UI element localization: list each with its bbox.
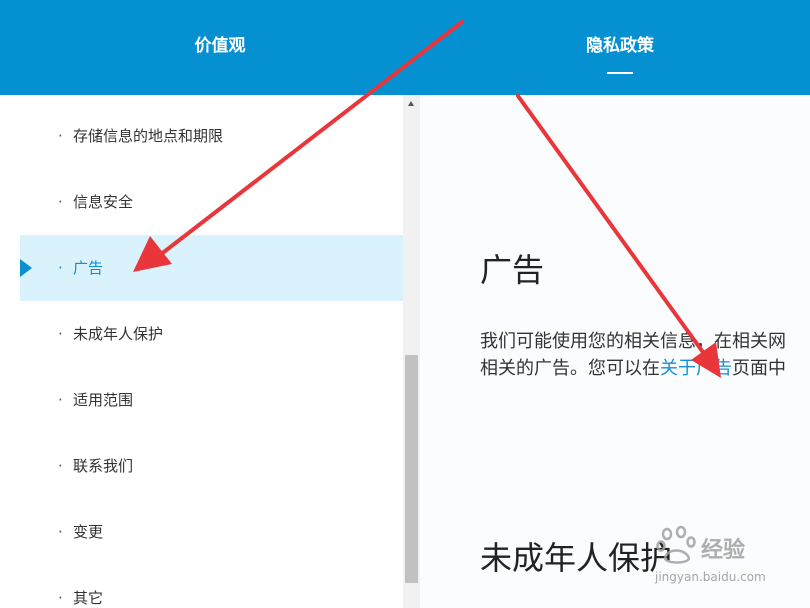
sidebar-item-label: 其它 — [73, 589, 104, 607]
bullet-icon: · — [58, 193, 63, 211]
tab-values[interactable]: 价值观 — [120, 0, 320, 95]
sidebar-item-information-security[interactable]: · 信息安全 — [20, 169, 403, 235]
paragraph-line-1: 我们可能使用您的相关信息，在相关网 — [480, 331, 786, 352]
about-ads-link[interactable]: 关于广告 — [660, 358, 732, 379]
top-navigation-bar: 价值观 隐私政策 — [0, 0, 810, 95]
bullet-icon: · — [58, 589, 63, 607]
section-title-minor-protection: 未成年人保护 — [480, 539, 673, 577]
tab-privacy-policy[interactable]: 隐私政策 — [520, 0, 720, 95]
tab-values-label: 价值观 — [194, 36, 246, 56]
sidebar-item-label: 未成年人保护 — [73, 325, 164, 343]
paragraph-text: 页面中 — [732, 358, 786, 379]
advertising-paragraph: 我们可能使用您的相关信息，在相关网 相关的广告。您可以在关于广告页面中 — [480, 328, 810, 382]
watermark-url-text: jingyan.baidu.com — [655, 570, 766, 584]
section-title-advertising: 广告 — [480, 251, 545, 289]
bullet-icon: · — [58, 523, 63, 541]
baidu-jingyan-watermark: 经验 jingyan.baidu.com — [655, 520, 785, 590]
sidebar-item-label: 联系我们 — [73, 457, 134, 475]
bullet-icon: · — [58, 259, 63, 277]
bullet-icon: · — [58, 457, 63, 475]
paragraph-text: 相关的广告。您可以在 — [480, 358, 660, 379]
sidebar-item-label: 存储信息的地点和期限 — [73, 127, 224, 145]
scroll-up-arrow-icon[interactable] — [404, 98, 419, 110]
sidebar-item-contact-us[interactable]: · 联系我们 — [20, 433, 403, 499]
sidebar-scrollbar-thumb[interactable] — [405, 355, 418, 583]
sidebar-item-storage-location[interactable]: · 存储信息的地点和期限 — [20, 103, 403, 169]
left-gutter — [0, 95, 20, 608]
sidebar-item-label: 信息安全 — [73, 193, 134, 211]
sidebar-item-advertising[interactable]: · 广告 — [20, 235, 403, 301]
bullet-icon: · — [58, 325, 63, 343]
sidebar-item-label: 变更 — [73, 523, 104, 541]
tab-privacy-policy-label: 隐私政策 — [586, 36, 654, 56]
sidebar-item-changes[interactable]: · 变更 — [20, 499, 403, 565]
paragraph-line-2: 相关的广告。您可以在关于广告页面中 — [480, 355, 810, 382]
sidebar-item-scope[interactable]: · 适用范围 — [20, 367, 403, 433]
bullet-icon: · — [58, 127, 63, 145]
sidebar-item-other[interactable]: · 其它 — [20, 565, 403, 608]
sidebar-item-minor-protection[interactable]: · 未成年人保护 — [20, 301, 403, 367]
sidebar-item-label: 适用范围 — [73, 391, 134, 409]
sidebar-nav: · 存储信息的地点和期限 · 信息安全 · 广告 · 未成年人保护 · 适用范围… — [20, 95, 403, 608]
paw-logo-icon — [656, 525, 696, 564]
active-tab-underline — [607, 72, 633, 74]
active-item-pointer-icon — [20, 259, 32, 277]
bullet-icon: · — [58, 391, 63, 409]
sidebar-item-label: 广告 — [73, 259, 104, 277]
watermark-brand-text: 经验 — [701, 538, 746, 563]
